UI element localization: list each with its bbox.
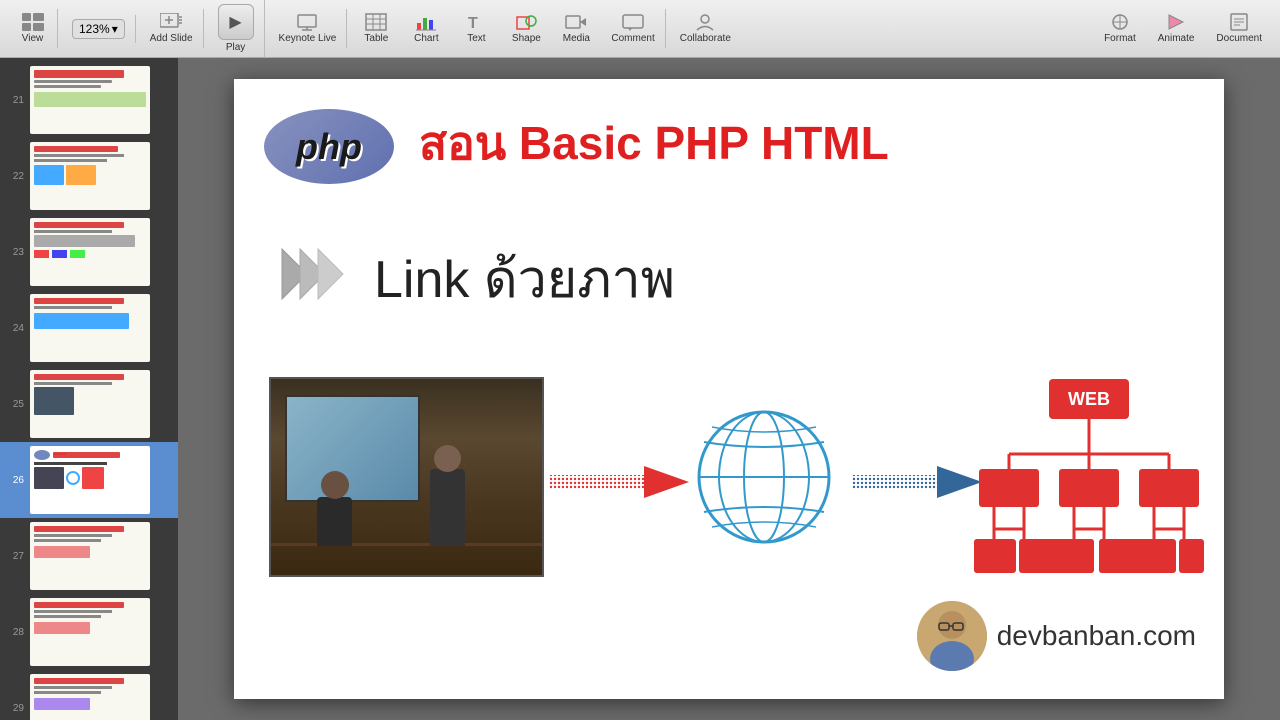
svg-text:T: T	[468, 15, 478, 31]
slide-title: สอน Basic PHP HTML	[419, 107, 889, 180]
animate-icon	[1165, 13, 1187, 31]
view-icon	[22, 13, 44, 31]
slide-item-23[interactable]: 23	[0, 214, 178, 290]
table-group: Table	[351, 9, 401, 48]
chart-label[interactable]: Chart	[414, 33, 438, 44]
document-icon	[1228, 13, 1250, 31]
slide-thumb-22	[30, 142, 150, 210]
slide-thumb-26: สอน PHP	[30, 446, 150, 514]
slide-number-26: 26	[8, 475, 24, 486]
view-label[interactable]: View	[22, 33, 44, 44]
slide-item-25[interactable]: 25	[0, 366, 178, 442]
slide-thumb-23	[30, 218, 150, 286]
comment-group: Comment	[601, 9, 665, 48]
slide-photo	[269, 377, 544, 577]
slide-item-29[interactable]: 29	[0, 670, 178, 720]
php-logo-oval: php	[264, 109, 394, 184]
slide-item-24[interactable]: 24	[0, 290, 178, 366]
format-group: Format	[1094, 9, 1146, 48]
slide-panel: 21 22	[0, 58, 178, 720]
zoom-group: 123% ▾	[62, 15, 136, 43]
blue-arrow	[852, 461, 982, 506]
slide-thumb-27	[30, 522, 150, 590]
play-group: ▶ Play	[208, 0, 265, 57]
animate-label[interactable]: Animate	[1158, 33, 1195, 44]
red-arrow	[549, 461, 689, 506]
text-group: T Text	[451, 9, 501, 48]
slide-thumb-29	[30, 674, 150, 720]
toolbar-right: Format Animate Document	[1094, 9, 1272, 48]
slide-thumb-21	[30, 66, 150, 134]
main-area: 21 22	[0, 58, 1280, 720]
text-icon: T	[465, 13, 487, 31]
avatar	[917, 601, 987, 671]
slide-item-26[interactable]: 26 สอน PHP	[0, 442, 178, 518]
table-icon	[365, 13, 387, 31]
slide-item-22[interactable]: 22	[0, 138, 178, 214]
photo-simulation	[271, 379, 542, 575]
php-logo: php	[264, 109, 394, 184]
canvas-area: php สอน Basic PHP HTML Link ด้วยภาพ	[178, 58, 1280, 720]
slide-thumb-24	[30, 294, 150, 362]
slide-number-24: 24	[8, 323, 24, 334]
document-group: Document	[1206, 9, 1272, 48]
keynote-live-label[interactable]: Keynote Live	[279, 33, 337, 44]
svg-text:WEB: WEB	[1068, 389, 1110, 409]
animate-group: Animate	[1148, 9, 1205, 48]
text-label[interactable]: Text	[467, 33, 485, 44]
play-icon-slide	[272, 234, 352, 314]
media-label[interactable]: Media	[563, 33, 590, 44]
zoom-control[interactable]: 123% ▾	[72, 19, 125, 39]
slide-number-28: 28	[8, 627, 24, 638]
slide-number-25: 25	[8, 399, 24, 410]
slide-number-29: 29	[8, 703, 24, 714]
toolbar: View 123% ▾ Add Slide ▶ Play	[0, 0, 1280, 58]
link-text: Link ด้วยภาพ	[374, 237, 675, 320]
shape-label[interactable]: Shape	[512, 33, 541, 44]
slide-item-21[interactable]: 21	[0, 62, 178, 138]
collaborate-group: Collaborate	[670, 9, 741, 48]
slide-thumb-25	[30, 370, 150, 438]
chart-icon	[415, 13, 437, 31]
slide-number-21: 21	[8, 95, 24, 106]
add-slide-group: Add Slide	[140, 9, 204, 48]
add-slide-label[interactable]: Add Slide	[150, 33, 193, 44]
collaborate-label[interactable]: Collaborate	[680, 33, 731, 44]
globe	[684, 397, 844, 557]
format-icon	[1109, 13, 1131, 31]
slide-item-28[interactable]: 28	[0, 594, 178, 670]
view-group: View	[8, 9, 58, 48]
comment-icon	[622, 13, 644, 31]
watermark: devbanban.com	[917, 601, 1196, 671]
watermark-text: devbanban.com	[997, 620, 1196, 652]
zoom-chevron: ▾	[112, 22, 118, 36]
shape-icon	[515, 13, 537, 31]
slide-item-27[interactable]: 27	[0, 518, 178, 594]
zoom-value: 123%	[79, 22, 110, 36]
format-label[interactable]: Format	[1104, 33, 1136, 44]
slide-number-22: 22	[8, 171, 24, 182]
keynote-live-icon	[296, 13, 318, 31]
slide-number-23: 23	[8, 247, 24, 258]
play-button[interactable]: ▶	[218, 4, 254, 40]
collaborate-icon	[691, 13, 719, 31]
web-diagram: WEB	[974, 374, 1204, 624]
media-group: Media	[551, 9, 601, 48]
slide-thumb-28	[30, 598, 150, 666]
play-label[interactable]: Play	[226, 42, 245, 53]
chart-group: Chart	[401, 9, 451, 48]
php-logo-text: php	[296, 126, 362, 168]
add-slide-icon	[160, 13, 182, 31]
media-icon	[565, 13, 587, 31]
document-label[interactable]: Document	[1216, 33, 1262, 44]
keynote-live-group: Keynote Live	[269, 9, 348, 48]
shape-group: Shape	[501, 9, 551, 48]
comment-label[interactable]: Comment	[611, 33, 654, 44]
slide-number-27: 27	[8, 551, 24, 562]
table-label[interactable]: Table	[364, 33, 388, 44]
slide-canvas: php สอน Basic PHP HTML Link ด้วยภาพ	[234, 79, 1224, 699]
